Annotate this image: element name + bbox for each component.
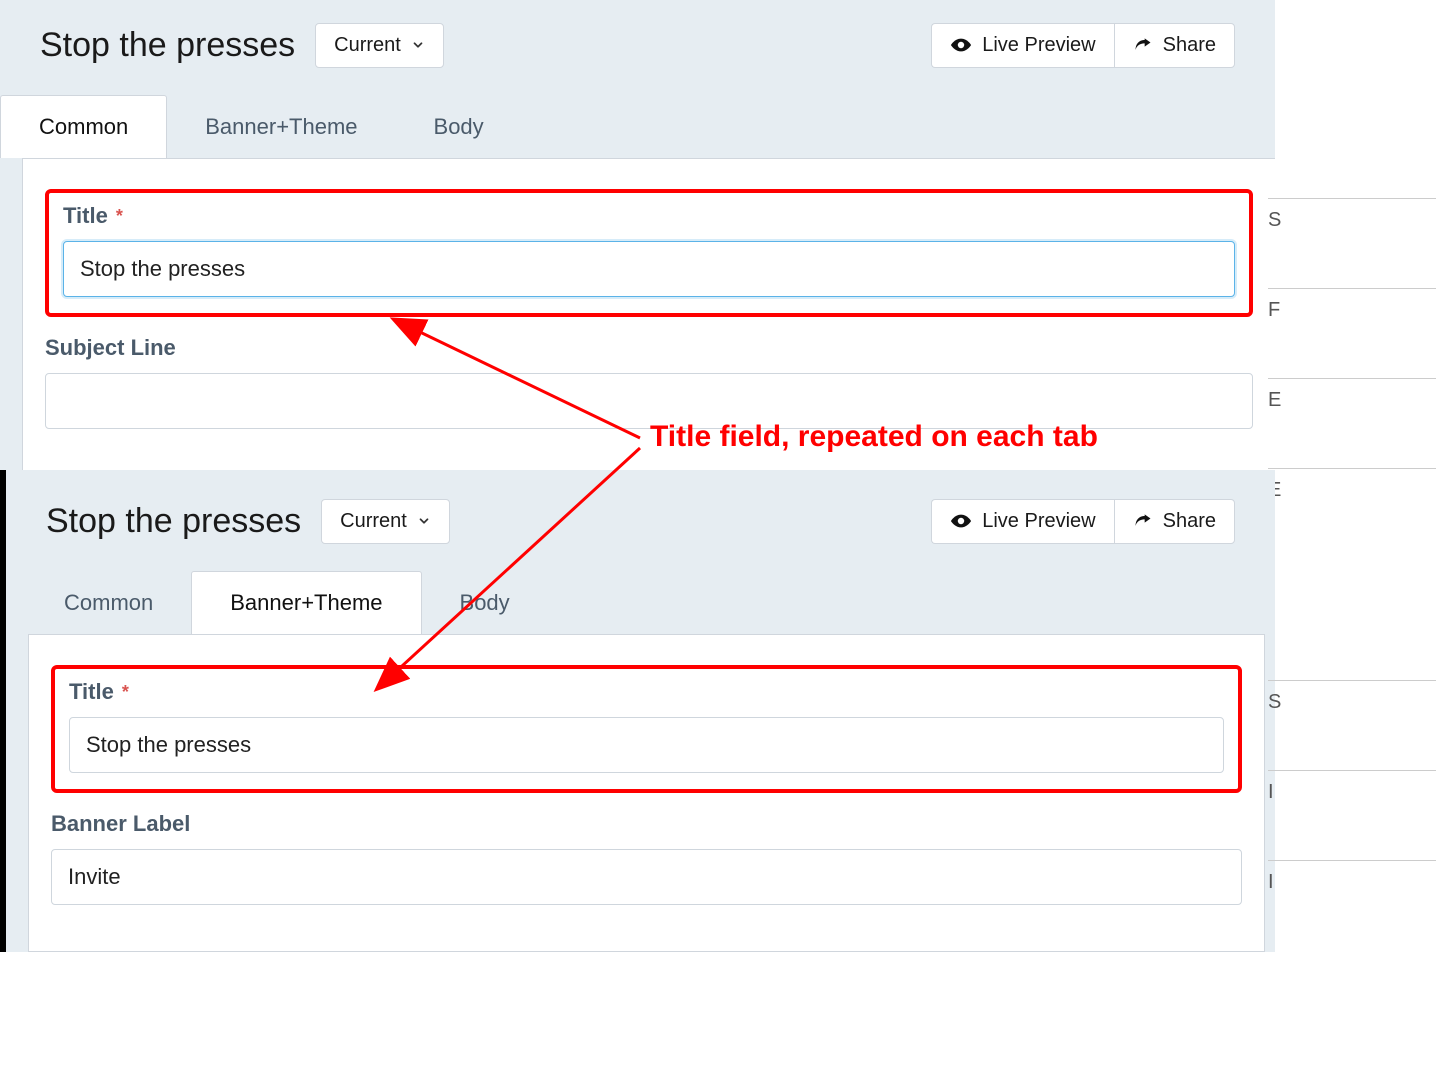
live-preview-button[interactable]: Live Preview xyxy=(931,23,1113,68)
sidebar-item: S xyxy=(1268,198,1436,288)
chevron-down-icon xyxy=(417,514,431,528)
header-actions: Live Preview Share xyxy=(931,499,1235,544)
field-subject-line: Subject Line xyxy=(45,335,1253,429)
title-input[interactable] xyxy=(63,241,1235,297)
required-marker-icon: * xyxy=(122,683,129,701)
title-label: Title * xyxy=(69,679,1224,705)
page-title: Stop the presses xyxy=(40,26,295,65)
tab-row: Common Banner+Theme Body xyxy=(6,566,1275,634)
tab-banner-theme[interactable]: Banner+Theme xyxy=(191,571,421,634)
annotation-callout: Title field, repeated on each tab xyxy=(650,420,1098,454)
panel-header: Stop the presses Current Live Preview Sh… xyxy=(0,0,1275,90)
editor-panel-banner-theme: Stop the presses Current Live Preview Sh… xyxy=(0,470,1275,952)
share-button[interactable]: Share xyxy=(1114,499,1235,544)
tab-body[interactable]: Body xyxy=(396,96,522,158)
annotation-highlight-box: Title * xyxy=(51,665,1242,793)
editor-panel-common: Stop the presses Current Live Preview Sh… xyxy=(0,0,1275,476)
version-dropdown[interactable]: Current xyxy=(321,499,450,544)
tab-body[interactable]: Body xyxy=(422,572,548,634)
panel-header: Stop the presses Current Live Preview Sh… xyxy=(6,476,1275,566)
subject-line-label: Subject Line xyxy=(45,335,1253,361)
page-title: Stop the presses xyxy=(46,502,301,541)
share-icon xyxy=(1133,35,1153,55)
tab-banner-theme[interactable]: Banner+Theme xyxy=(167,96,395,158)
tab-row: Common Banner+Theme Body xyxy=(0,90,1275,158)
banner-label-input[interactable] xyxy=(51,849,1242,905)
field-title: Title * xyxy=(63,203,1235,297)
form-area: Title * Banner Label xyxy=(28,634,1265,952)
title-input[interactable] xyxy=(69,717,1224,773)
title-label: Title * xyxy=(63,203,1235,229)
tab-common[interactable]: Common xyxy=(0,95,167,158)
banner-label-label: Banner Label xyxy=(51,811,1242,837)
sidebar-item: E xyxy=(1268,468,1436,558)
live-preview-label: Live Preview xyxy=(982,34,1095,57)
sidebar-item: I xyxy=(1268,770,1436,860)
chevron-down-icon xyxy=(411,38,425,52)
right-sidebar-sliver: S I I xyxy=(1268,680,1436,950)
annotation-highlight-box: Title * xyxy=(45,189,1253,317)
live-preview-label: Live Preview xyxy=(982,510,1095,533)
live-preview-button[interactable]: Live Preview xyxy=(931,499,1113,544)
header-actions: Live Preview Share xyxy=(931,23,1235,68)
version-dropdown-label: Current xyxy=(340,510,407,533)
eye-icon xyxy=(950,510,972,532)
field-banner-label: Banner Label xyxy=(51,811,1242,905)
version-dropdown-label: Current xyxy=(334,34,401,57)
right-sidebar-sliver: S F E E xyxy=(1268,198,1436,558)
tab-common[interactable]: Common xyxy=(26,572,191,634)
sidebar-item: F xyxy=(1268,288,1436,378)
share-label: Share xyxy=(1163,510,1216,533)
required-marker-icon: * xyxy=(116,207,123,225)
version-dropdown[interactable]: Current xyxy=(315,23,444,68)
title-label-text: Title xyxy=(69,679,114,705)
title-label-text: Title xyxy=(63,203,108,229)
field-title: Title * xyxy=(69,679,1224,773)
sidebar-item: E xyxy=(1268,378,1436,468)
eye-icon xyxy=(950,34,972,56)
share-label: Share xyxy=(1163,34,1216,57)
sidebar-item: I xyxy=(1268,860,1436,950)
share-button[interactable]: Share xyxy=(1114,23,1235,68)
share-icon xyxy=(1133,511,1153,531)
sidebar-item: S xyxy=(1268,680,1436,770)
